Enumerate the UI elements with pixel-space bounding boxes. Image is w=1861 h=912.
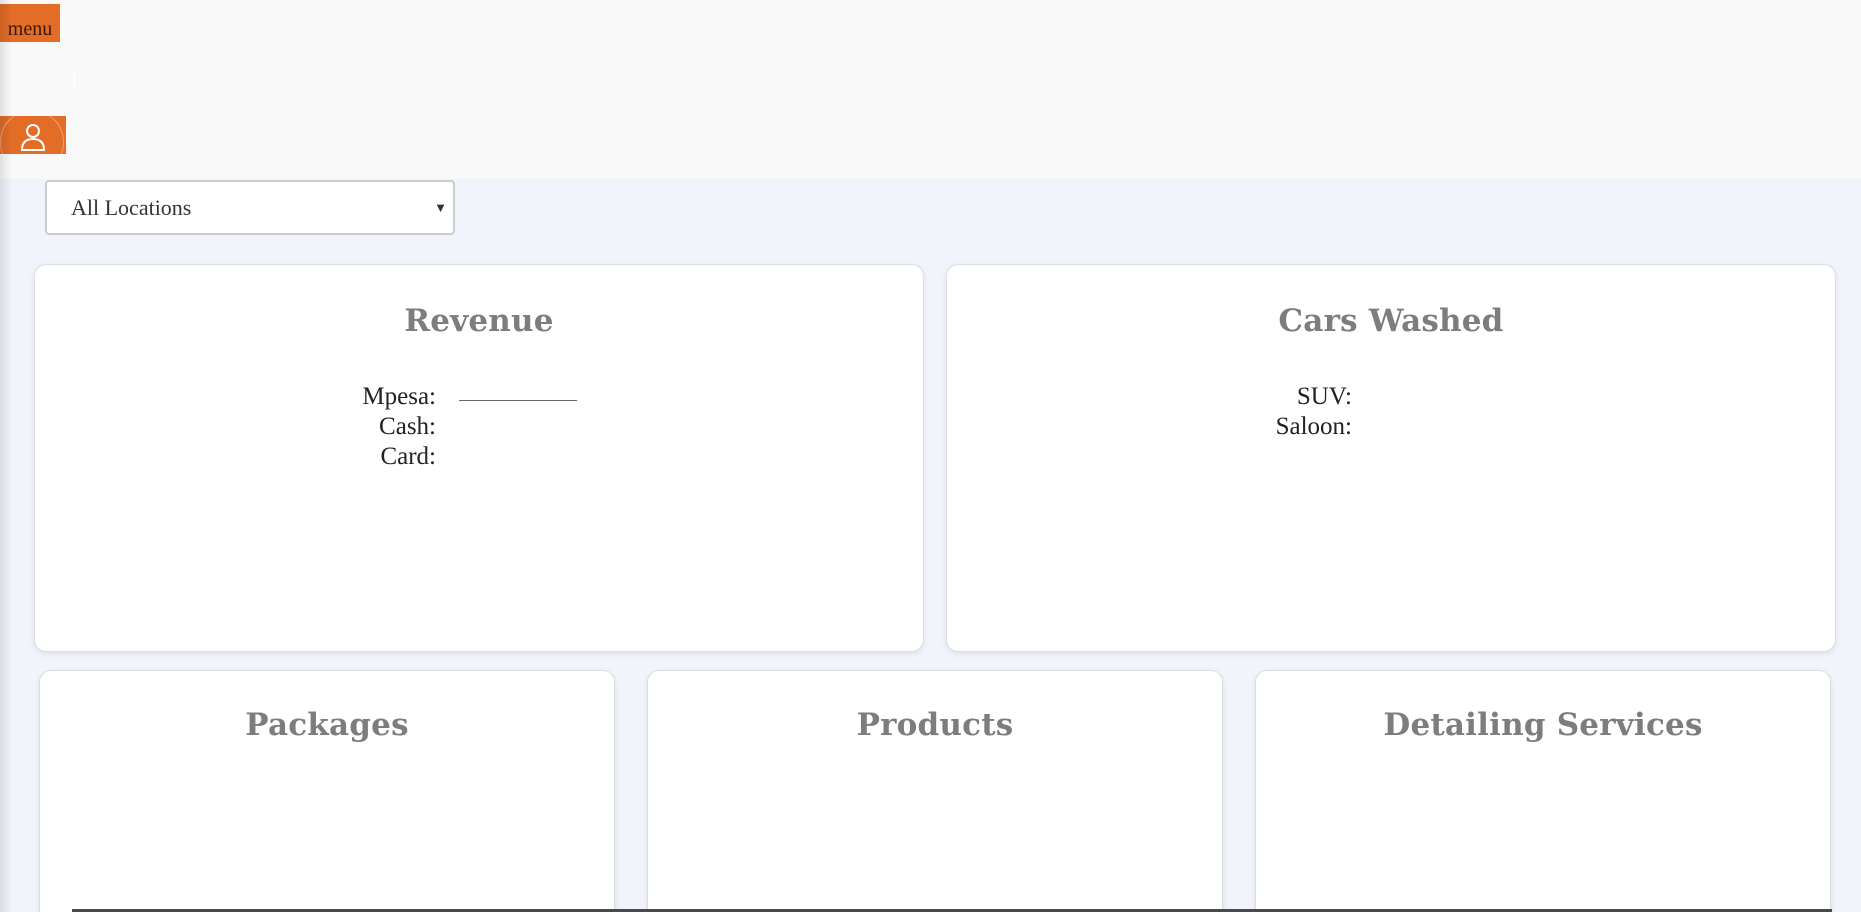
divider — [74, 68, 75, 90]
detailing-services-title: Detailing Services — [1383, 707, 1703, 743]
cars-saloon-label: Saloon: — [1275, 413, 1352, 440]
revenue-cash-label: Cash: — [379, 413, 436, 440]
top-bar: menu — [0, 0, 1861, 179]
revenue-mpesa-label: Mpesa: — [362, 383, 436, 410]
detailing-services-card: Detailing Services — [1255, 670, 1831, 912]
location-select-value: All Locations — [71, 195, 192, 220]
sidebar-shadow — [0, 0, 12, 912]
revenue-card: Revenue Mpesa: Cash: Card: — [34, 264, 924, 652]
cars-washed-card: Cars Washed SUV: Saloon: — [946, 264, 1836, 652]
cars-suv-label: SUV: — [1296, 383, 1352, 410]
products-card: Products — [647, 670, 1223, 912]
products-title: Products — [856, 707, 1014, 743]
dashboard-page: menu All Locations ▼ Revenue Mpesa: Cash… — [0, 0, 1861, 912]
chevron-down-icon: ▼ — [434, 200, 447, 215]
cars-washed-title: Cars Washed — [1278, 303, 1504, 339]
location-select[interactable]: All Locations ▼ — [45, 180, 455, 235]
packages-title: Packages — [245, 707, 409, 743]
revenue-mpesa-value — [459, 400, 577, 401]
revenue-title: Revenue — [404, 303, 554, 339]
packages-card: Packages — [39, 670, 615, 912]
revenue-card-label: Card: — [380, 443, 436, 470]
